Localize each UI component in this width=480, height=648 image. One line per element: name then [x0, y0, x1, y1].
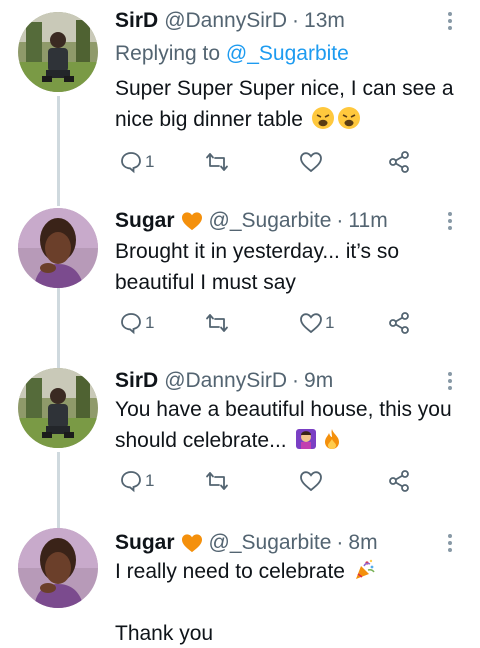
tweet[interactable]: Sugar @_Sugarbite · 8m I really need to … — [0, 528, 480, 648]
weary-face-emoji — [337, 107, 360, 129]
like-icon — [300, 313, 322, 334]
user-handle[interactable]: @_Sugarbite — [209, 209, 332, 233]
avatar[interactable] — [18, 368, 98, 448]
reply-button[interactable]: 1 — [119, 148, 154, 176]
timestamp[interactable]: 8m — [348, 531, 377, 555]
reply-mention-link[interactable]: @_Sugarbite — [226, 42, 349, 65]
avatar[interactable] — [18, 528, 98, 608]
tweet-text-line — [115, 587, 377, 618]
retweet-icon — [206, 153, 228, 171]
tweet-text-line: should celebrate... — [115, 429, 287, 452]
reply-count: 1 — [145, 471, 155, 490]
avatar-photo-sird — [18, 12, 98, 92]
share-button[interactable] — [387, 309, 411, 337]
share-icon — [389, 470, 409, 492]
separator-dot: · — [336, 209, 344, 232]
display-name[interactable]: SirD — [115, 9, 158, 33]
timestamp[interactable]: 13m — [304, 9, 345, 33]
retweet-icon — [206, 314, 228, 332]
tweet-text-line-with-emoji: nice big dinner table — [115, 104, 454, 135]
tweet[interactable]: SirD @DannySirD · 13m Replying to @_Suga… — [0, 6, 480, 196]
tweet-text-line: You have a beautiful house, this you — [115, 398, 452, 421]
reply-count: 1 — [145, 313, 155, 332]
tweet[interactable]: SirD @DannySirD · 9m You have a beautifu… — [0, 366, 480, 506]
tweet-text: Brought it in yesterday... it’s so beaut… — [115, 236, 399, 298]
like-count: 1 — [325, 313, 335, 332]
tweet-actions: 1 — [115, 467, 415, 495]
weary-face-emoji — [311, 107, 334, 129]
timestamp[interactable]: 11m — [348, 209, 387, 233]
tweet-text: I really need to celebrate Thank you — [115, 556, 377, 648]
tweet-text: Super Super Super nice, I can see a nice… — [115, 73, 454, 135]
orange-heart-emoji — [181, 212, 202, 231]
display-name[interactable]: Sugar — [115, 209, 175, 233]
tweet[interactable]: Sugar @_Sugarbite · 11m Brought it in ye… — [0, 206, 480, 356]
share-button[interactable] — [387, 148, 411, 176]
avatar-photo-sugar — [18, 208, 98, 288]
reply-icon — [121, 471, 141, 493]
more-icon[interactable] — [445, 370, 455, 394]
replying-to: Replying to @_Sugarbite — [115, 42, 349, 66]
avatar-photo-sugar — [18, 528, 98, 608]
like-icon — [300, 152, 322, 173]
more-icon[interactable] — [445, 10, 455, 34]
woman-raising-hands-emoji — [296, 429, 317, 449]
share-button[interactable] — [387, 467, 411, 495]
tweet-text-line-with-emoji: I really need to celebrate — [115, 556, 377, 587]
avatar[interactable] — [18, 12, 98, 92]
more-icon[interactable] — [445, 532, 455, 556]
reply-icon — [121, 313, 141, 335]
reply-button[interactable]: 1 — [119, 309, 154, 337]
tweet-text-line: Super Super Super nice, I can see a — [115, 77, 454, 100]
timestamp[interactable]: 9m — [304, 369, 333, 393]
retweet-button[interactable] — [205, 309, 229, 337]
user-handle[interactable]: @_Sugarbite — [209, 531, 332, 555]
share-icon — [389, 151, 409, 173]
user-handle[interactable]: @DannySirD — [164, 369, 287, 393]
tweet-header: Sugar @_Sugarbite · 11m — [115, 206, 388, 236]
separator-dot: · — [336, 531, 344, 554]
display-name[interactable]: Sugar — [115, 531, 175, 555]
tweet-text-line: Thank you — [115, 622, 214, 645]
tweet-text-line: I really need to celebrate — [115, 560, 345, 583]
avatar[interactable] — [18, 208, 98, 288]
like-button[interactable] — [299, 148, 325, 176]
tweet-header: SirD @DannySirD · 9m — [115, 366, 333, 396]
like-button[interactable]: 1 — [299, 309, 334, 337]
retweet-button[interactable] — [205, 467, 229, 495]
tweet-text-line-with-emoji: should celebrate... — [115, 425, 452, 456]
user-handle[interactable]: @DannySirD — [164, 9, 287, 33]
avatar-photo-sird — [18, 368, 98, 448]
tweet-text: You have a beautiful house, this you sho… — [115, 394, 452, 456]
replying-to-label: Replying to — [115, 42, 221, 65]
tweet-header: SirD @DannySirD · 13m — [115, 6, 345, 36]
retweet-icon — [206, 472, 228, 490]
display-name[interactable]: SirD — [115, 369, 158, 393]
tweet-actions: 1 1 — [115, 309, 415, 337]
tweet-text-line: beautiful I must say — [115, 271, 296, 294]
reply-button[interactable]: 1 — [119, 467, 154, 495]
party-popper-emoji — [355, 559, 375, 579]
tweet-actions: 1 — [115, 148, 415, 176]
like-button[interactable] — [299, 467, 325, 495]
orange-heart-emoji — [181, 534, 202, 553]
reply-count: 1 — [145, 152, 155, 171]
more-icon[interactable] — [445, 210, 455, 234]
like-icon — [300, 471, 322, 492]
retweet-button[interactable] — [205, 148, 229, 176]
tweet-text-line: Brought it in yesterday... it’s so — [115, 240, 400, 263]
separator-dot: · — [292, 9, 300, 32]
reply-icon — [121, 152, 141, 174]
tweet-text-line: nice big dinner table — [115, 108, 303, 131]
tweet-header: Sugar @_Sugarbite · 8m — [115, 528, 378, 558]
share-icon — [389, 312, 409, 334]
separator-dot: · — [292, 369, 300, 392]
fire-emoji — [325, 429, 340, 449]
